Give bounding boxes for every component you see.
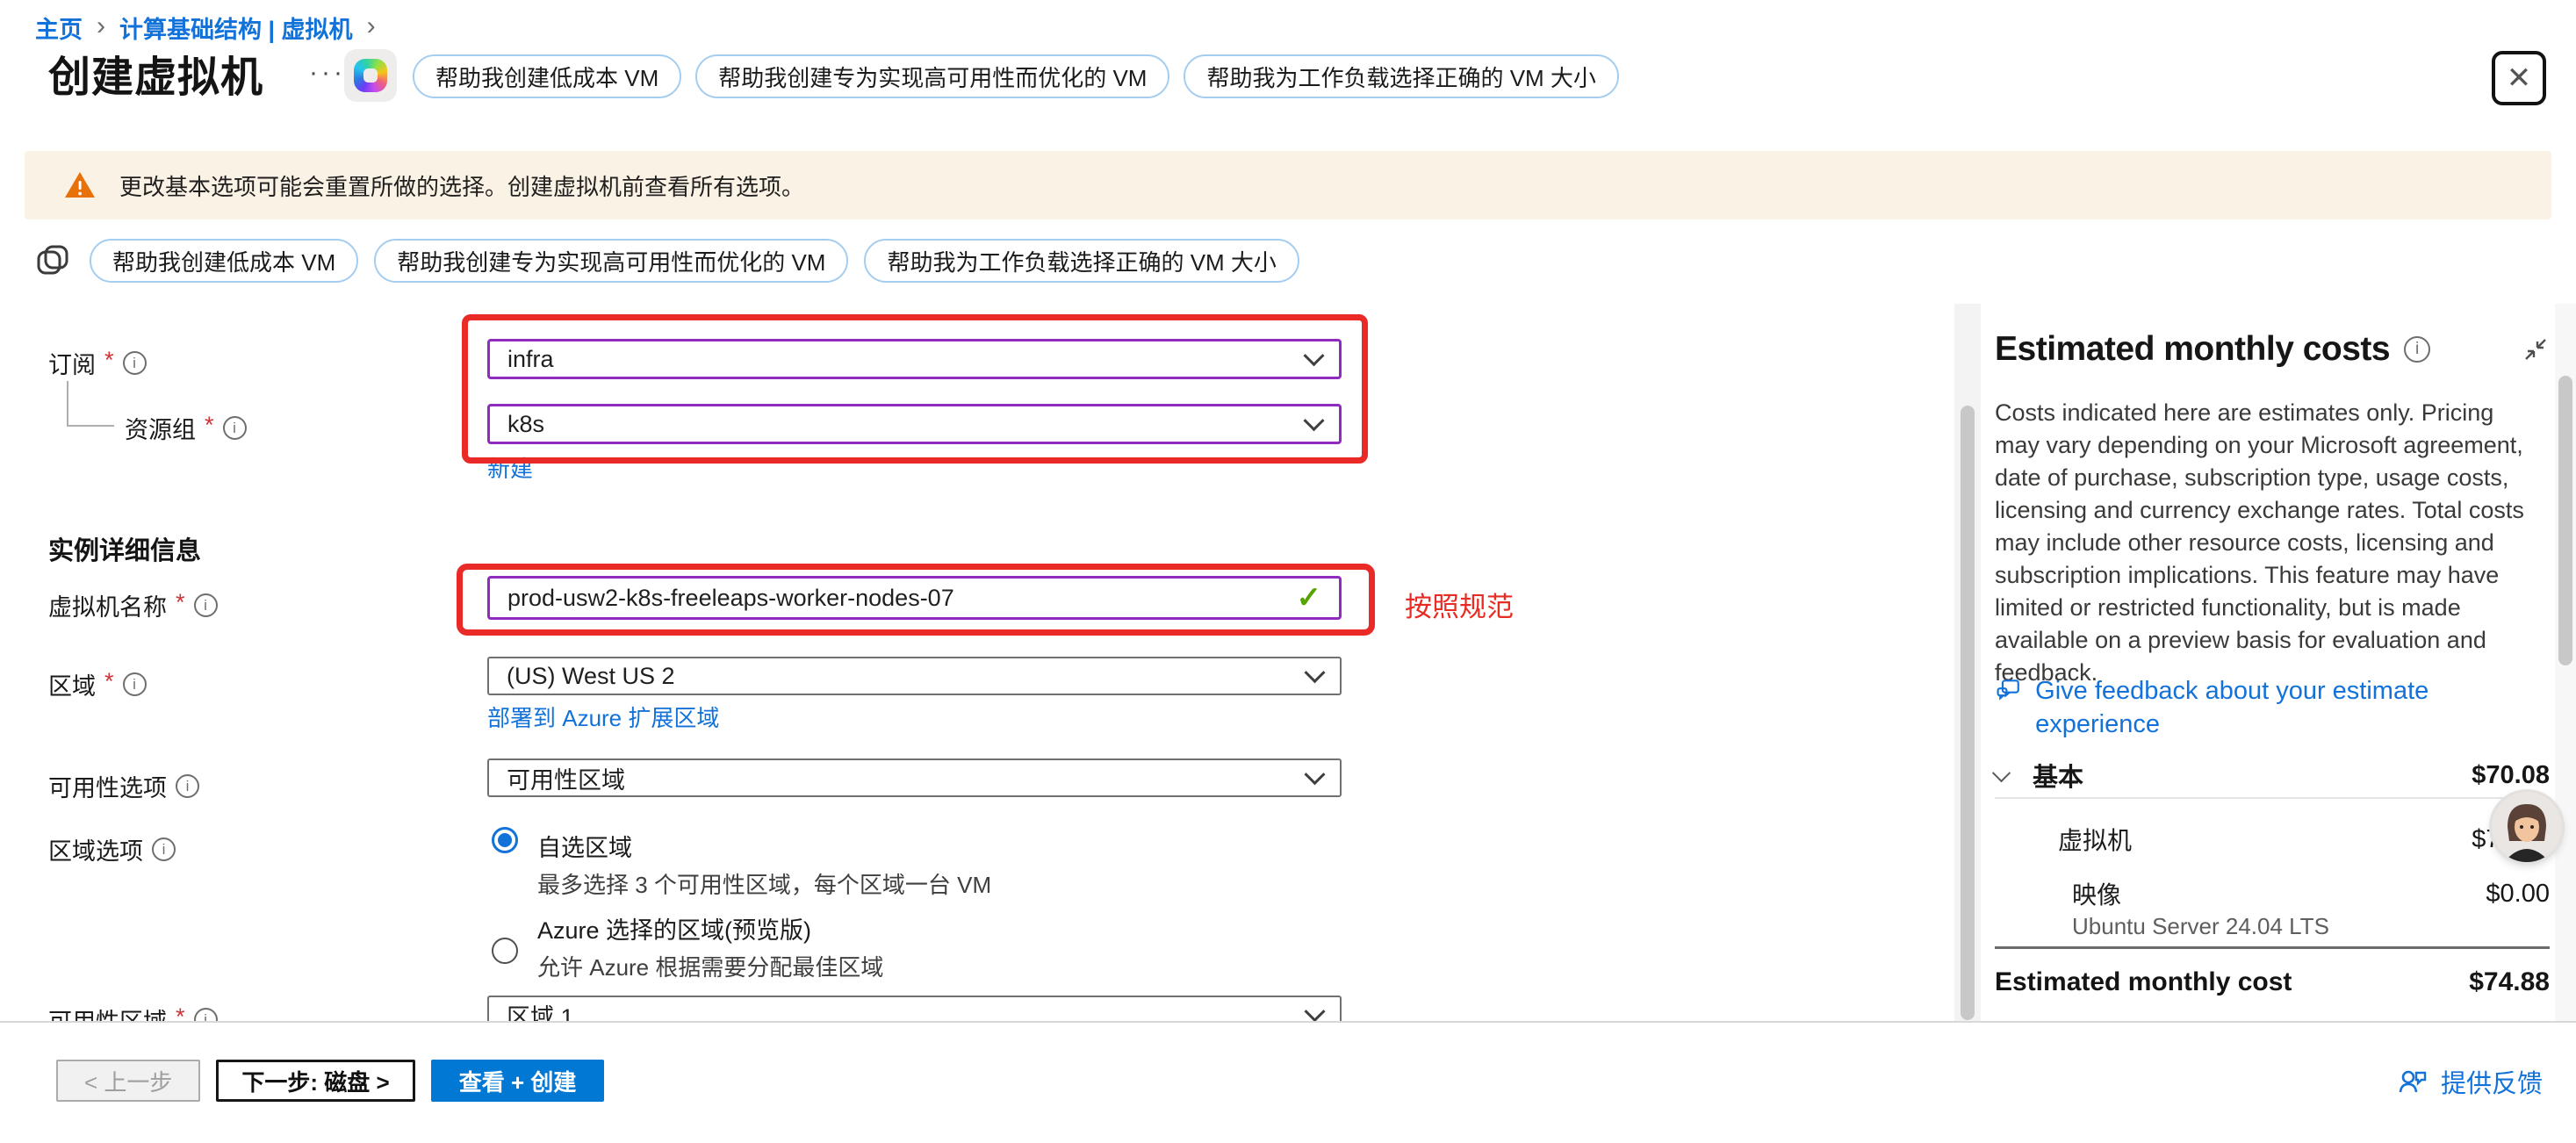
divider [1995,797,2550,799]
chevron-down-icon [1992,764,2011,782]
cost-item-row: 映像 $0.00 [1995,876,2550,911]
info-icon[interactable]: i [223,416,247,440]
suggestion-right-vm-size[interactable]: 帮助我为工作负载选择正确的 VM 大小 [864,239,1299,283]
info-icon[interactable]: i [176,774,199,798]
info-icon[interactable]: i [194,593,218,617]
collapse-panel-icon[interactable] [2522,335,2550,363]
copilot-button[interactable] [344,49,397,102]
copilot-outline-icon [32,240,74,282]
close-button[interactable]: ✕ [2492,51,2546,105]
main-scrollbar[interactable] [1954,304,1981,1021]
suggestion-low-cost-vm[interactable]: 帮助我创建低成本 VM [90,239,358,283]
required-asterisk: * [104,668,114,695]
warning-banner: 更改基本选项可能会重置所做的选择。创建虚拟机前查看所有选项。 [25,151,2551,219]
info-icon[interactable]: i [2404,336,2430,363]
radio-self-selected-zones[interactable] [492,827,518,853]
chevron-right-icon: › [97,11,105,41]
info-icon[interactable]: i [123,351,147,375]
availability-options-dropdown[interactable]: 可用性区域 [487,758,1342,797]
copilot-icon [354,59,387,92]
cost-item-value: $0.00 [2486,880,2550,909]
cost-total-row: Estimated monthly cost $74.88 [1995,967,2550,997]
suggestion-low-cost-vm[interactable]: 帮助我创建低成本 VM [413,54,681,98]
cost-group-value: $70.08 [2472,761,2550,790]
subscription-label: 订阅 * i [48,346,147,380]
cost-total-value: $74.88 [2469,967,2550,997]
instance-details-heading: 实例详细信息 [48,530,201,567]
previous-button[interactable]: < 上一步 [56,1060,200,1102]
resource-group-dropdown[interactable]: k8s [487,404,1342,444]
suggestion-right-vm-size[interactable]: 帮助我为工作负载选择正确的 VM 大小 [1184,54,1618,98]
person-feedback-icon [2397,1066,2428,1097]
required-asterisk: * [205,412,214,439]
vm-name-label: 虚拟机名称 * i [48,588,218,622]
resource-group-label: 资源组 * i [125,411,247,445]
close-icon: ✕ [2507,61,2532,96]
vm-name-input[interactable]: prod-usw2-k8s-freeleaps-worker-nodes-07 … [487,576,1342,620]
subscription-dropdown[interactable]: infra [487,339,1342,379]
chevron-down-icon [1303,345,1324,366]
panel-scrollbar-thumb[interactable] [2558,376,2572,665]
radio-description: 最多选择 3 个可用性区域，每个区域一台 VM [537,867,991,900]
annotation-text: 按照规范 [1405,585,1514,624]
estimate-feedback-link[interactable]: Give feedback about your estimate experi… [1995,674,2504,741]
info-icon[interactable]: i [152,837,176,861]
radio-description: 允许 Azure 根据需要分配最佳区域 [537,950,883,982]
info-icon[interactable]: i [123,672,147,696]
cost-item-row: 虚拟机 $70.08 [1995,822,2550,857]
chevron-down-icon [1304,662,1325,683]
cost-panel-description: Costs indicated here are estimates only.… [1995,397,2543,689]
radio-label[interactable]: Azure 选择的区域(预览版) [537,911,811,945]
cost-item-sublabel: Ubuntu Server 24.04 LTS [2072,913,2329,940]
feedback-bubbles-icon [1995,674,2023,706]
page-title: 创建虚拟机 [48,42,263,104]
cost-group-row[interactable]: 基本 $70.08 [1995,757,2550,794]
chevron-down-icon [1304,1001,1325,1022]
review-create-button[interactable]: 查看 + 创建 [431,1060,605,1102]
breadcrumb-vm[interactable]: 计算基础结构 | 虚拟机 [119,11,353,45]
radio-label[interactable]: 自选区域 [537,829,632,863]
required-asterisk: * [176,589,185,616]
region-dropdown[interactable]: (US) West US 2 [487,657,1342,695]
valid-check-icon: ✓ [1297,580,1322,615]
breadcrumb-home[interactable]: 主页 [35,11,83,45]
breadcrumb: 主页 › 计算基础结构 | 虚拟机 › [35,11,376,45]
divider [1995,946,2550,949]
radio-azure-selected-zones[interactable] [492,938,518,964]
zone-options-label: 区域选项 i [48,832,176,866]
required-asterisk: * [104,347,114,374]
chevron-down-icon [1303,410,1324,431]
warning-text: 更改基本选项可能会重置所做的选择。创建虚拟机前查看所有选项。 [119,169,804,202]
create-new-link[interactable]: 新建 [487,451,533,484]
copilot-suggestions-header: 帮助我创建低成本 VM 帮助我创建专为实现高可用性而优化的 VM 帮助我为工作负… [413,54,1619,98]
suggestion-high-availability-vm[interactable]: 帮助我创建专为实现高可用性而优化的 VM [374,239,848,283]
availability-options-label: 可用性选项 i [48,769,199,803]
region-label: 区域 * i [48,667,147,701]
bottom-bar: < 上一步 下一步: 磁盘 > 查看 + 创建 提供反馈 [0,1021,2576,1143]
tree-connector [67,425,114,427]
next-disks-button[interactable]: 下一步: 磁盘 > [216,1060,414,1102]
extended-zones-link[interactable]: 部署到 Azure 扩展区域 [487,701,719,733]
panel-scrollbar[interactable] [2555,304,2576,1021]
main-scrollbar-thumb[interactable] [1961,406,1975,1020]
copilot-suggestions-inline: 帮助我创建低成本 VM 帮助我创建专为实现高可用性而优化的 VM 帮助我为工作负… [32,239,1299,283]
warning-icon [63,170,97,200]
avatar[interactable] [2492,792,2562,862]
suggestion-high-availability-vm[interactable]: 帮助我创建专为实现高可用性而优化的 VM [695,54,1169,98]
give-feedback-link[interactable]: 提供反馈 [2397,1063,2543,1100]
tree-connector [67,381,68,425]
more-menu-button[interactable]: ··· [309,58,346,88]
chevron-right-icon: › [367,11,376,41]
chevron-down-icon [1304,764,1325,785]
cost-panel-title: Estimated monthly costs [1995,330,2390,369]
